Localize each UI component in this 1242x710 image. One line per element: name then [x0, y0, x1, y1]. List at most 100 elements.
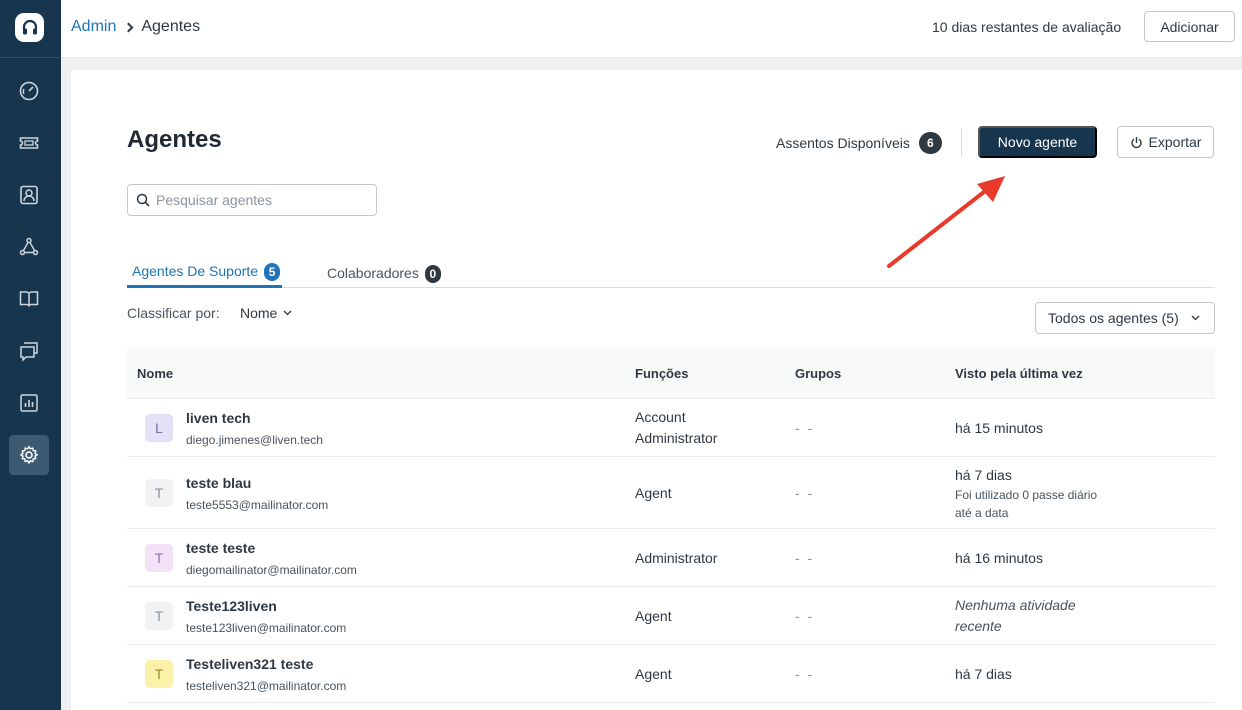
header-divider	[961, 128, 962, 156]
export-button[interactable]: Exportar	[1117, 126, 1214, 158]
table-row[interactable]: T Teste123liven teste123liven@mailinator…	[127, 587, 1215, 645]
agent-name[interactable]: Testeliven321 teste	[186, 656, 313, 672]
dashboard-icon	[19, 81, 39, 101]
ticket-icon	[19, 137, 39, 149]
seats-available: Assentos Disponíveis 6	[776, 132, 942, 154]
agents-table: Nome Funções Grupos Visto pela última ve…	[127, 348, 1215, 703]
avatar: T	[145, 544, 173, 572]
table-row[interactable]: T Testeliven321 teste testeliven321@mail…	[127, 645, 1215, 703]
last-seen: há 7 dias Foi utilizado 0 passe diário a…	[955, 465, 1097, 522]
reports-icon	[20, 394, 38, 412]
chevron-down-icon	[283, 310, 292, 316]
agent-email: diegomailinator@mailinator.com	[186, 563, 357, 577]
export-icon	[1130, 136, 1142, 148]
sidebar-item-reports[interactable]	[9, 383, 49, 423]
role-line: Administrator	[635, 430, 718, 446]
table-row[interactable]: T teste teste diegomailinator@mailinator…	[127, 529, 1215, 587]
gear-icon	[20, 445, 38, 464]
table-row[interactable]: L liven tech diego.jimenes@liven.tech Ac…	[127, 399, 1215, 457]
trial-status-text: 10 dias restantes de avaliação	[932, 19, 1122, 35]
last-seen: há 7 dias	[955, 666, 1012, 682]
last-seen: há 16 minutos	[955, 550, 1043, 566]
agent-email: teste123liven@mailinator.com	[186, 621, 347, 635]
agent-email: teste5553@mailinator.com	[186, 498, 329, 512]
top-bar: Admin Agentes 10 dias restantes de avali…	[61, 0, 1242, 58]
sort-dropdown[interactable]: Nome	[240, 305, 292, 321]
breadcrumb-admin-link[interactable]: Admin	[71, 18, 116, 36]
table-header: Nome Funções Grupos Visto pela última ve…	[127, 348, 1215, 399]
avatar: T	[145, 602, 173, 630]
chat-icon	[20, 342, 38, 362]
agent-groups: - -	[795, 420, 815, 436]
agent-filter-dropdown[interactable]: Todos os agentes (5)	[1035, 302, 1215, 334]
network-icon	[19, 237, 39, 256]
seats-count-badge: 6	[918, 132, 942, 154]
breadcrumb-current: Agentes	[141, 18, 201, 35]
avatar: T	[145, 660, 173, 688]
sidebar-item-guide[interactable]	[9, 279, 49, 319]
last-seen-note: até a data	[955, 506, 1009, 520]
new-agent-button[interactable]: Novo agente	[978, 126, 1097, 158]
sidebar-item-dashboard[interactable]	[9, 71, 49, 111]
sidebar	[0, 0, 61, 710]
agent-groups: - -	[795, 608, 815, 624]
last-seen-value: recente	[955, 618, 1002, 634]
chevron-down-icon	[1191, 315, 1200, 321]
agent-role: Administrator	[635, 550, 718, 566]
sort-label: Classificar por:	[127, 305, 220, 321]
sidebar-item-contacts[interactable]	[9, 175, 49, 215]
search-field[interactable]	[127, 184, 377, 216]
page-title: Agentes	[127, 126, 222, 153]
export-label: Exportar	[1148, 134, 1202, 150]
search-icon	[136, 193, 150, 207]
agent-role: Agent	[635, 666, 672, 682]
chevron-right-icon	[123, 22, 134, 32]
agent-groups: - -	[795, 666, 815, 682]
breadcrumb: Admin Agentes	[71, 18, 200, 36]
tab-count-badge: 0	[424, 265, 441, 283]
last-seen: Nenhuma atividade recente	[955, 595, 1076, 637]
headset-icon[interactable]	[15, 13, 44, 42]
contact-icon	[20, 185, 38, 205]
tab-count-badge: 5	[264, 263, 281, 281]
agent-name[interactable]: liven tech	[186, 410, 251, 426]
sidebar-item-admin[interactable]	[9, 435, 49, 475]
book-icon	[19, 291, 39, 307]
search-input[interactable]	[156, 192, 366, 208]
filter-value: Todos os agentes (5)	[1048, 310, 1179, 326]
agent-email: testeliven321@mailinator.com	[186, 679, 347, 693]
sidebar-item-chat[interactable]	[9, 331, 49, 371]
column-header-roles: Funções	[635, 366, 689, 381]
agent-role: Agent	[635, 485, 672, 501]
agent-groups: - -	[795, 485, 815, 501]
tab-label: Agentes De Suporte	[132, 263, 259, 279]
agent-name[interactable]: teste teste	[186, 540, 255, 556]
agent-role: Agent	[635, 608, 672, 624]
avatar: T	[145, 479, 173, 507]
seats-label: Assentos Disponíveis	[776, 135, 910, 151]
agent-role: Account Administrator	[635, 407, 717, 449]
role-line: Account	[635, 409, 686, 425]
agent-email: diego.jimenes@liven.tech	[186, 433, 323, 447]
last-seen-note: Foi utilizado 0 passe diário	[955, 488, 1098, 502]
sidebar-item-tickets[interactable]	[9, 123, 49, 163]
column-header-groups: Grupos	[795, 366, 842, 381]
add-button[interactable]: Adicionar	[1144, 11, 1235, 42]
main-panel: Agentes Assentos Disponíveis 6 Novo agen…	[71, 70, 1242, 710]
last-seen: há 15 minutos	[955, 420, 1043, 436]
agent-name[interactable]: teste blau	[186, 475, 251, 491]
column-header-last-seen[interactable]: Visto pela última vez	[955, 366, 1083, 381]
sidebar-item-network[interactable]	[9, 227, 49, 267]
sort-value: Nome	[240, 305, 278, 321]
table-row[interactable]: T teste blau teste5553@mailinator.com Ag…	[127, 457, 1215, 529]
avatar: L	[145, 414, 173, 442]
column-header-name[interactable]: Nome	[137, 366, 173, 381]
tab-support-agents[interactable]: Agentes De Suporte 5	[127, 256, 283, 288]
annotation-arrow-icon	[887, 176, 1005, 268]
last-seen-value: há 7 dias	[955, 467, 1012, 483]
tab-collaborators[interactable]: Colaboradores 0	[327, 256, 441, 288]
agent-name[interactable]: Teste123liven	[186, 598, 277, 614]
sidebar-divider	[0, 57, 61, 58]
tab-label: Colaboradores	[327, 265, 419, 281]
agent-tabs: Agentes De Suporte 5 Colaboradores 0	[127, 256, 1215, 288]
